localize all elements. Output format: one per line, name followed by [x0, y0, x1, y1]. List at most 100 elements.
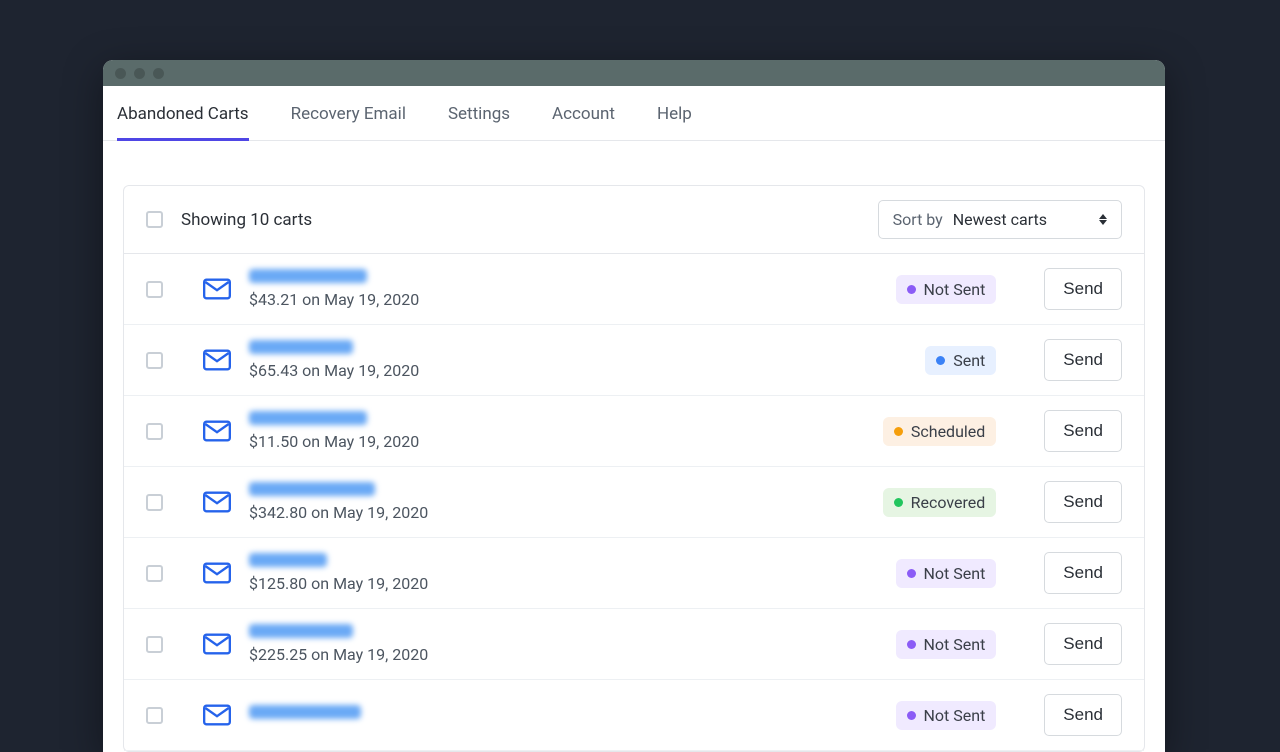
customer-name-redacted	[249, 269, 367, 283]
row-info: $43.21 on May 19, 2020	[249, 269, 878, 309]
row-date: May 19, 2020	[333, 574, 428, 593]
customer-name-redacted	[249, 553, 327, 567]
status-dot-icon	[907, 711, 916, 720]
sort-value: Newest carts	[953, 210, 1047, 229]
row-meta: $65.43 on May 19, 2020	[249, 361, 907, 380]
row-info: $65.43 on May 19, 2020	[249, 340, 907, 380]
status-text: Sent	[953, 351, 985, 370]
row-meta: $11.50 on May 19, 2020	[249, 432, 865, 451]
row-info	[249, 705, 878, 726]
cart-rows: $43.21 on May 19, 2020Not SentSend$65.43…	[124, 253, 1144, 751]
row-date: May 19, 2020	[324, 361, 419, 380]
status-badge: Scheduled	[883, 417, 996, 446]
status-dot-icon	[894, 427, 903, 436]
customer-name-redacted	[249, 482, 375, 496]
row-checkbox[interactable]	[146, 636, 163, 653]
row-checkbox[interactable]	[146, 707, 163, 724]
send-button[interactable]: Send	[1044, 694, 1122, 736]
select-all-checkbox[interactable]	[146, 211, 163, 228]
status-dot-icon	[907, 569, 916, 578]
minimize-dot-icon[interactable]	[134, 68, 145, 79]
row-checkbox[interactable]	[146, 565, 163, 582]
sort-select[interactable]: Sort by Newest carts	[878, 200, 1122, 239]
mail-icon[interactable]	[203, 704, 231, 726]
row-checkbox[interactable]	[146, 423, 163, 440]
list-header: Showing 10 carts Sort by Newest carts	[124, 186, 1144, 253]
send-button[interactable]: Send	[1044, 268, 1122, 310]
zoom-dot-icon[interactable]	[153, 68, 164, 79]
row-amount: $125.80	[249, 574, 307, 593]
row-meta: $342.80 on May 19, 2020	[249, 503, 865, 522]
status-text: Not Sent	[924, 564, 986, 583]
tab-help[interactable]: Help	[657, 86, 692, 140]
status-badge: Sent	[925, 346, 996, 375]
row-date: May 19, 2020	[324, 290, 419, 309]
status-badge: Not Sent	[896, 701, 997, 730]
status-text: Recovered	[911, 493, 986, 512]
table-row: $342.80 on May 19, 2020 Recovered Send	[124, 467, 1144, 538]
window-titlebar	[103, 60, 1165, 86]
table-row: $125.80 on May 19, 2020 Not Sent Send	[124, 538, 1144, 609]
status-badge: Not Sent	[896, 275, 997, 304]
row-amount: $225.25	[249, 645, 307, 664]
row-info: $125.80 on May 19, 2020	[249, 553, 878, 593]
row-amount: $342.80	[249, 503, 307, 522]
mail-icon[interactable]	[203, 562, 231, 584]
status-text: Scheduled	[911, 422, 985, 441]
table-row: $225.25 on May 19, 2020 Not Sent Send	[124, 609, 1144, 680]
tab-abandoned-carts[interactable]: Abandoned Carts	[117, 86, 249, 141]
row-meta: $225.25 on May 19, 2020	[249, 645, 878, 664]
row-checkbox[interactable]	[146, 494, 163, 511]
row-meta: $125.80 on May 19, 2020	[249, 574, 878, 593]
row-date: May 19, 2020	[333, 503, 428, 522]
table-row: $43.21 on May 19, 2020 Not Sent Send	[124, 254, 1144, 325]
mail-icon[interactable]	[203, 349, 231, 371]
row-meta: $43.21 on May 19, 2020	[249, 290, 878, 309]
sort-by-label: Sort by	[893, 210, 943, 229]
row-info: $225.25 on May 19, 2020	[249, 624, 878, 664]
row-checkbox[interactable]	[146, 281, 163, 298]
customer-name-redacted	[249, 705, 361, 719]
status-dot-icon	[907, 640, 916, 649]
showing-count: Showing 10 carts	[181, 210, 312, 230]
row-amount: $43.21	[249, 290, 298, 309]
mail-icon[interactable]	[203, 278, 231, 300]
row-info: $11.50 on May 19, 2020	[249, 411, 865, 451]
tab-account[interactable]: Account	[552, 86, 615, 140]
tab-recovery-email[interactable]: Recovery Email	[291, 86, 406, 140]
row-checkbox[interactable]	[146, 352, 163, 369]
status-text: Not Sent	[924, 280, 986, 299]
table-row: $65.43 on May 19, 2020 Sent Send	[124, 325, 1144, 396]
row-date: May 19, 2020	[324, 432, 419, 451]
customer-name-redacted	[249, 624, 353, 638]
mail-icon[interactable]	[203, 633, 231, 655]
mail-icon[interactable]	[203, 491, 231, 513]
mail-icon[interactable]	[203, 420, 231, 442]
send-button[interactable]: Send	[1044, 410, 1122, 452]
row-amount: $65.43	[249, 361, 298, 380]
tab-settings[interactable]: Settings	[448, 86, 510, 140]
nav-tabs: Abandoned Carts Recovery Email Settings Acc…	[103, 86, 1165, 141]
main-content: Showing 10 carts Sort by Newest carts $4…	[103, 141, 1165, 752]
row-amount: $11.50	[249, 432, 298, 451]
table-row: Not Sent Send	[124, 680, 1144, 751]
cart-list: Showing 10 carts Sort by Newest carts $4…	[123, 185, 1145, 752]
row-info: $342.80 on May 19, 2020	[249, 482, 865, 522]
status-badge: Not Sent	[896, 559, 997, 588]
send-button[interactable]: Send	[1044, 623, 1122, 665]
status-badge: Recovered	[883, 488, 997, 517]
status-dot-icon	[907, 285, 916, 294]
close-dot-icon[interactable]	[115, 68, 126, 79]
table-row: $11.50 on May 19, 2020 Scheduled Send	[124, 396, 1144, 467]
status-badge: Not Sent	[896, 630, 997, 659]
chevron-updown-icon	[1099, 214, 1107, 225]
send-button[interactable]: Send	[1044, 552, 1122, 594]
row-date: May 19, 2020	[333, 645, 428, 664]
send-button[interactable]: Send	[1044, 481, 1122, 523]
send-button[interactable]: Send	[1044, 339, 1122, 381]
status-dot-icon	[894, 498, 903, 507]
status-text: Not Sent	[924, 706, 986, 725]
status-dot-icon	[936, 356, 945, 365]
status-text: Not Sent	[924, 635, 986, 654]
customer-name-redacted	[249, 411, 367, 425]
